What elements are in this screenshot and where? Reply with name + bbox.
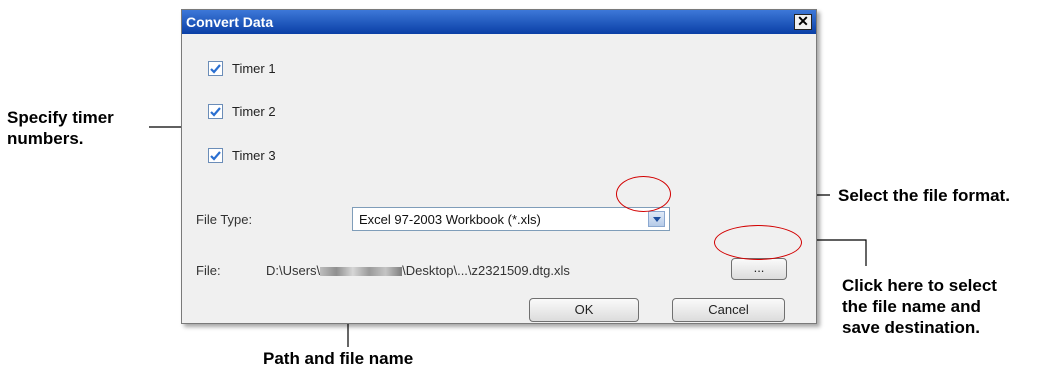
browse-label: ... (753, 260, 765, 275)
format-annotation: Select the file format. (838, 186, 1010, 205)
checkmark-icon (210, 106, 221, 117)
ok-label: OK (574, 302, 594, 317)
browse-highlight (714, 225, 802, 260)
timer-3-label: Timer 3 (232, 147, 276, 163)
file-type-value: Excel 97-2003 Workbook (*.xls) (359, 212, 541, 227)
path-annotation: Path and file name (263, 349, 414, 368)
timer-1-checkbox[interactable] (208, 60, 223, 76)
timer-3-checkbox[interactable] (208, 147, 223, 163)
timer-2-checkbox[interactable] (208, 103, 223, 119)
browse-annotation-line-2: the file name and (842, 297, 981, 316)
browse-annotation: Click here to select the file name and s… (842, 275, 997, 338)
chevron-down-icon[interactable] (648, 211, 665, 227)
ok-button[interactable]: OK (529, 298, 639, 322)
dialog-body: Timer 1 Timer 2 Timer 3 File Type: Excel… (182, 34, 816, 323)
browse-annotation-line-1: Click here to select (842, 276, 997, 295)
redacted-username (320, 267, 403, 277)
timer-1-label: Timer 1 (232, 60, 276, 76)
cancel-label: Cancel (708, 302, 749, 317)
file-path: D:\Users\ \Desktop\...\z2321509.dtg.xls (266, 263, 570, 278)
browse-annotation-line-3: save destination. (842, 318, 980, 337)
file-type-select[interactable]: Excel 97-2003 Workbook (*.xls) (352, 207, 670, 231)
title-bar: Convert Data ✕ (182, 10, 816, 34)
timers-annotation-line-1: Specify timer (7, 108, 114, 127)
timer-1-row[interactable]: Timer 1 (208, 58, 276, 78)
file-label: File: (196, 263, 221, 278)
convert-data-dialog: Convert Data ✕ Timer 1 Timer 2 Timer 3 F… (181, 9, 817, 324)
timers-annotation: Specify timer numbers. (7, 107, 114, 149)
file-type-highlight (616, 176, 671, 212)
timer-2-label: Timer 2 (232, 103, 276, 119)
close-button[interactable]: ✕ (794, 14, 812, 30)
file-type-label: File Type: (196, 212, 253, 227)
file-path-suffix: \Desktop\...\z2321509.dtg.xls (402, 263, 570, 278)
file-path-prefix: D:\Users\ (266, 263, 321, 278)
dialog-title: Convert Data (186, 14, 274, 30)
timer-2-row[interactable]: Timer 2 (208, 101, 276, 121)
checkmark-icon (210, 63, 221, 74)
timers-annotation-line-2: numbers. (7, 129, 84, 148)
browse-button[interactable]: ... (731, 258, 787, 280)
close-icon: ✕ (797, 13, 809, 29)
checkmark-icon (210, 150, 221, 161)
timer-3-row[interactable]: Timer 3 (208, 145, 276, 165)
cancel-button[interactable]: Cancel (672, 298, 785, 322)
